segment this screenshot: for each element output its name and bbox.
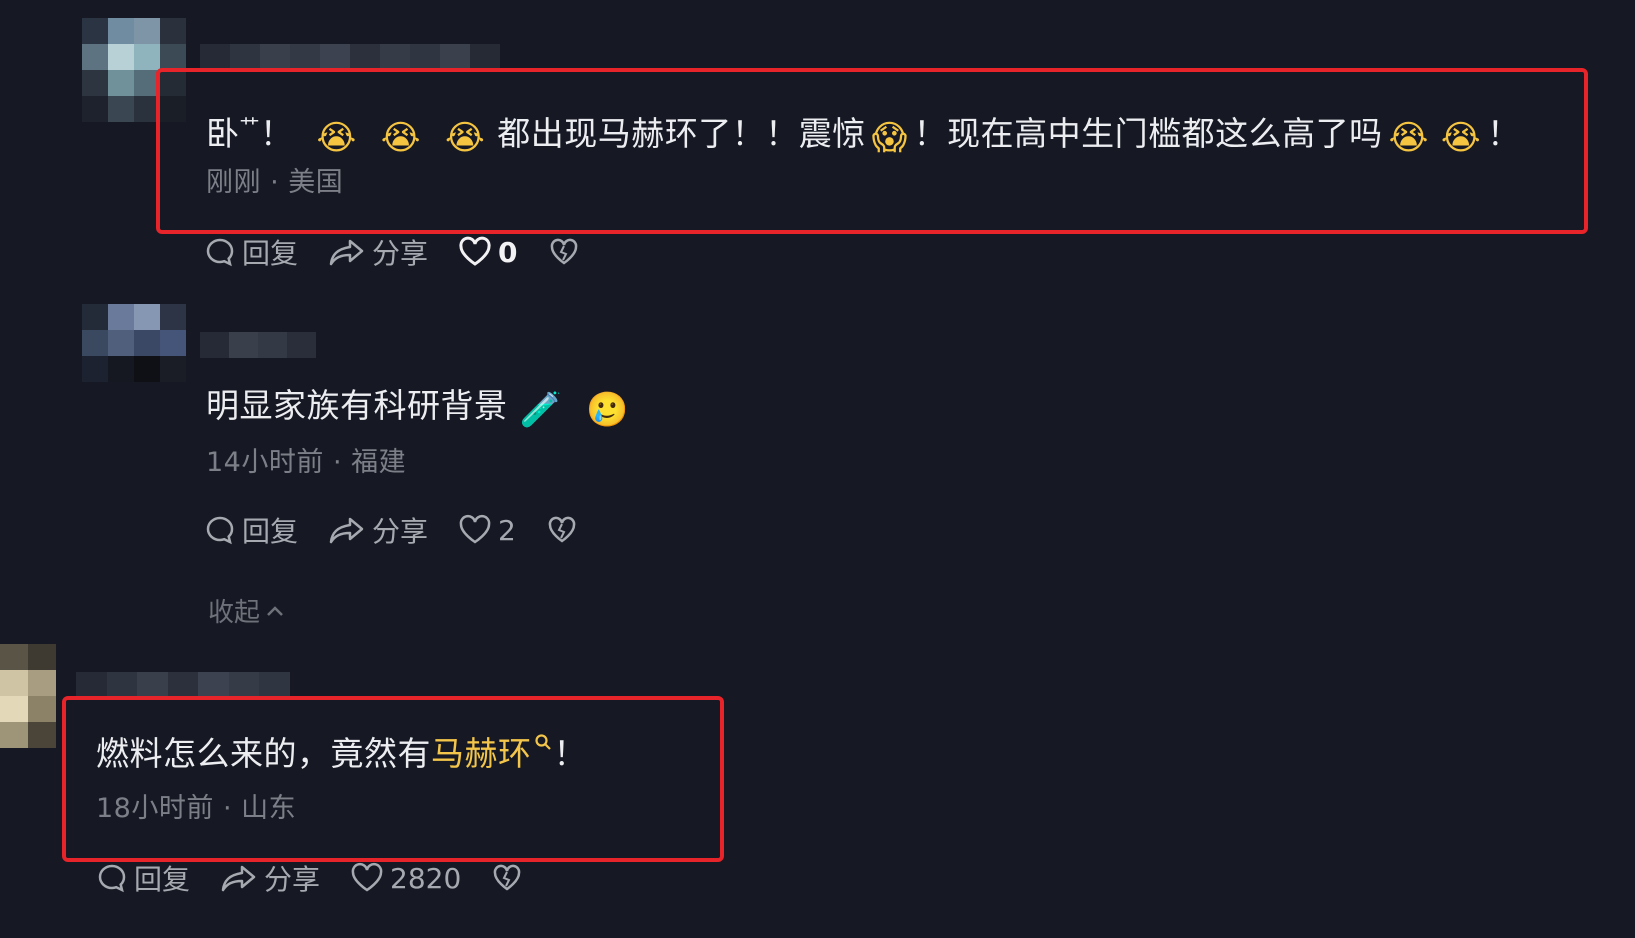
chevron-up-icon	[267, 605, 283, 616]
reply-button[interactable]: 回复	[204, 510, 298, 550]
share-button[interactable]: 分享	[328, 232, 428, 272]
dislike-button[interactable]	[548, 236, 586, 268]
like-button[interactable]: 2	[458, 514, 516, 547]
share-arrow-icon	[329, 239, 364, 266]
share-arrow-icon	[329, 517, 364, 544]
reply-button[interactable]: 回复	[96, 858, 190, 898]
username[interactable]	[200, 332, 316, 358]
dislike-button[interactable]	[546, 514, 584, 546]
avatar[interactable]	[82, 304, 186, 384]
avatar[interactable]	[0, 644, 56, 748]
collapse-label: 收起	[208, 598, 261, 628]
comment-actions: 回复 分享 2	[204, 510, 614, 550]
location: 福建	[351, 447, 407, 478]
like-count: 2	[498, 513, 516, 547]
share-label: 分享	[372, 515, 429, 548]
comment-bubble-icon	[98, 864, 126, 893]
test-tube-emoji-icon: 🧪	[519, 390, 563, 430]
reply-label: 回复	[242, 237, 299, 270]
dislike-heart-icon	[550, 238, 577, 265]
heart-icon	[459, 514, 491, 544]
dislike-button[interactable]	[491, 862, 529, 894]
like-button[interactable]: 0	[458, 235, 518, 269]
share-label: 分享	[372, 237, 429, 270]
comment-bubble-icon	[206, 238, 234, 267]
share-label: 分享	[264, 863, 321, 896]
like-count: 2820	[390, 861, 462, 895]
annotation-box-2	[62, 696, 724, 862]
separator: ·	[332, 447, 343, 478]
reply-label: 回复	[134, 863, 191, 896]
comment-meta: 14小时前 · 福建	[206, 440, 406, 479]
comment-actions: 回复 分享 2820	[96, 858, 559, 898]
comment-text: 明显家族有科研背景 🧪 🥲	[206, 384, 641, 432]
like-count: 0	[498, 235, 518, 269]
share-button[interactable]: 分享	[220, 858, 320, 898]
teary-smile-emoji-icon: 🥲	[586, 390, 630, 430]
share-button[interactable]: 分享	[328, 510, 428, 550]
comment-actions: 回复 分享 0	[204, 232, 616, 272]
share-arrow-icon	[221, 865, 256, 892]
like-button[interactable]: 2820	[350, 862, 461, 895]
timestamp: 14小时前	[206, 447, 324, 478]
username[interactable]	[200, 44, 500, 70]
heart-icon	[351, 862, 383, 892]
collapse-replies-button[interactable]: 收起	[208, 592, 286, 629]
annotation-box-1	[156, 68, 1588, 234]
text-part: 明显家族有科研背景	[206, 386, 508, 425]
comment-bubble-icon	[206, 516, 234, 545]
dislike-heart-icon	[494, 864, 521, 891]
dislike-heart-icon	[548, 516, 576, 543]
reply-button[interactable]: 回复	[204, 232, 298, 272]
heart-icon	[459, 236, 491, 266]
username[interactable]	[76, 672, 290, 698]
reply-label: 回复	[242, 515, 299, 548]
